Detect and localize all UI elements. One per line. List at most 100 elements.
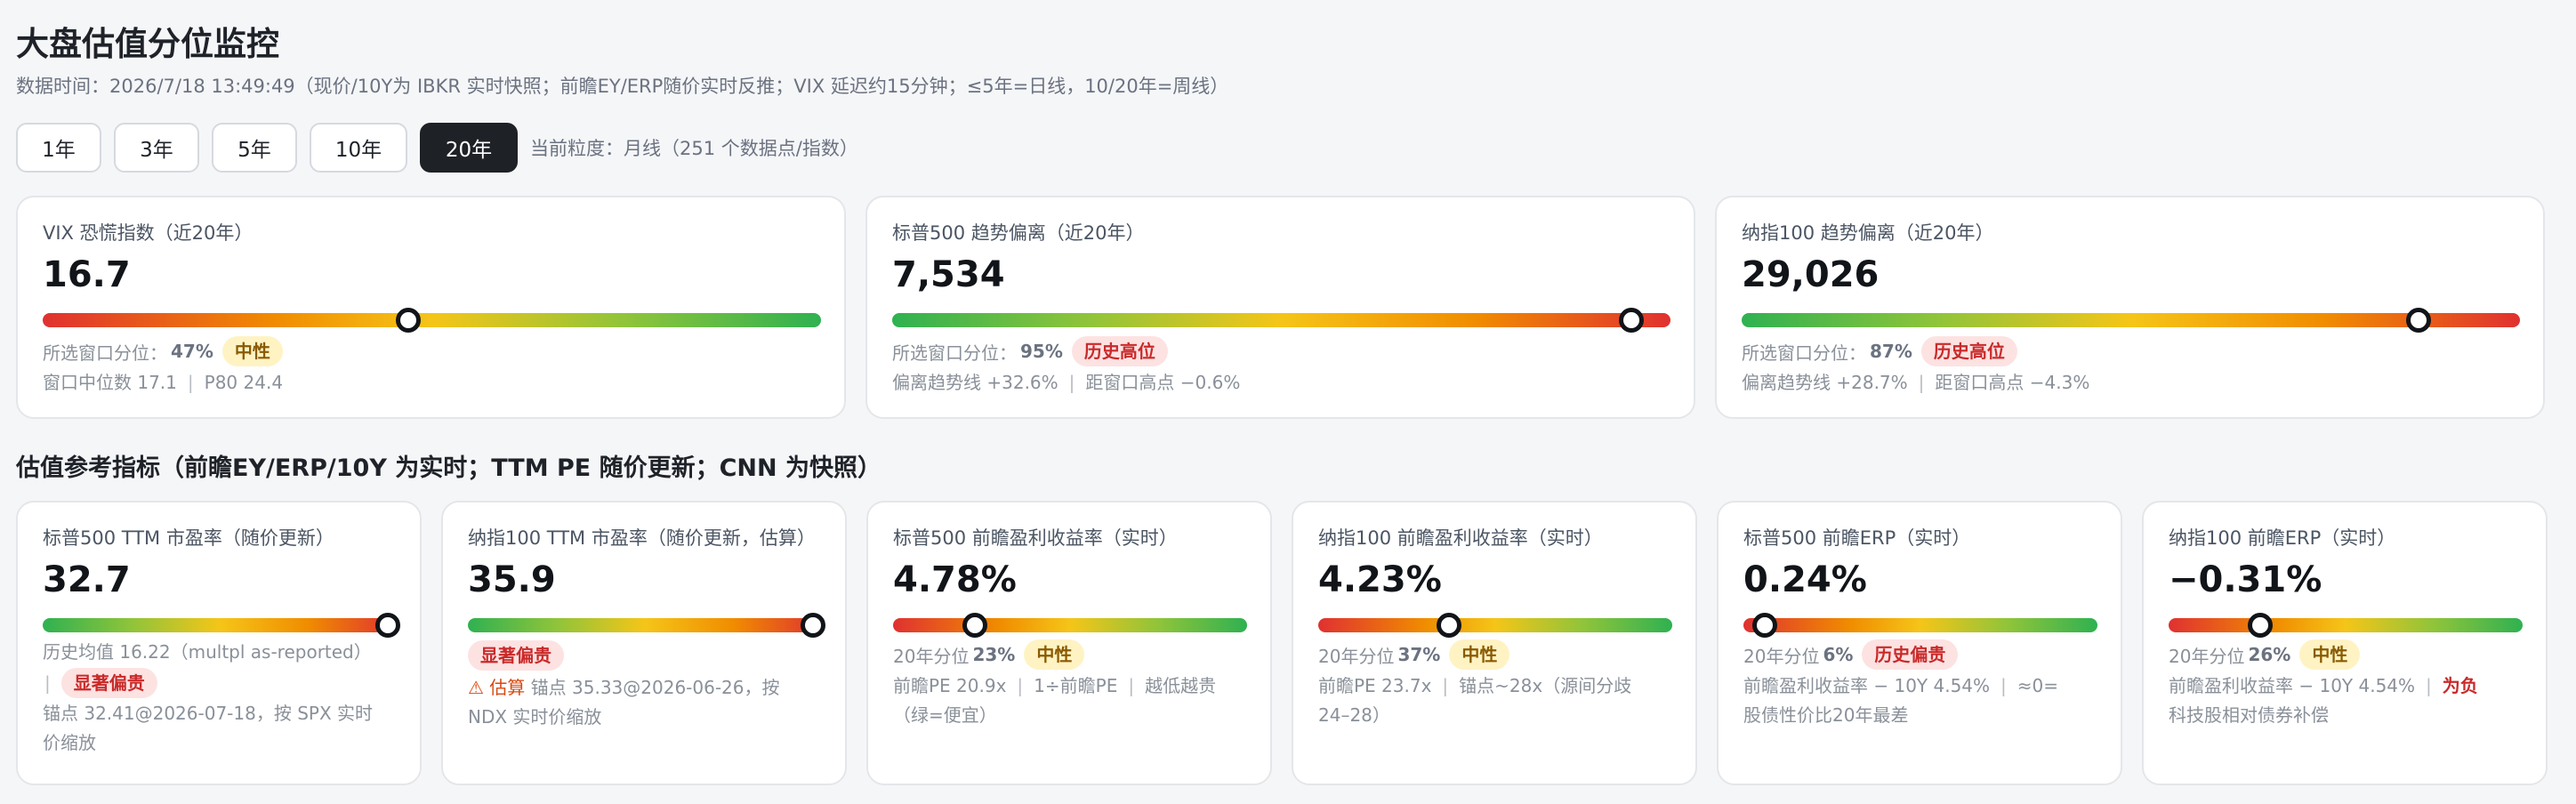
detail-median: 窗口中位数 17.1: [43, 372, 177, 393]
percentile-label: 所选窗口分位：: [1742, 342, 1866, 364]
percentile-marker: [1751, 613, 1777, 638]
detail-p80: P80 24.4: [204, 372, 284, 393]
detail-from-high: 距窗口高点 −0.6%: [1085, 372, 1241, 393]
spx-forward-ey-card: 标普500 前瞻盈利收益率（实时） 4.78% 20年分位 23% 中性 前瞻P…: [866, 501, 1272, 785]
card-value: 4.23%: [1318, 559, 1442, 600]
detail-forward-pe: 前瞻PE 23.7x: [1318, 675, 1432, 696]
card-label: 纳指100 前瞻ERP（实时）: [2169, 527, 2396, 549]
card-value: 0.24%: [1743, 559, 1867, 600]
page-title: 大盘估值分位监控: [16, 25, 279, 63]
status-badge: 历史高位: [1920, 336, 2017, 366]
card-label: 纳指100 趋势偏离（近20年）: [1742, 222, 1994, 244]
percentile-row: 所选窗口分位： 47% 中性: [43, 336, 283, 366]
card-details: 前瞻盈利收益率 − 10Y 4.54% | ≈0= 股债性价比20年最差: [1743, 671, 2117, 730]
card-details: 前瞻PE 23.7x | 锚点~28x（源间分歧 24–28）: [1318, 671, 1692, 730]
card-value: 35.9: [468, 559, 556, 600]
spx-ttm-pe-card: 标普500 TTM 市盈率（随价更新） 32.7 历史均值 16.22（mult…: [16, 501, 422, 785]
ndx-ttm-pe-card: 纳指100 TTM 市盈率（随价更新，估算） 35.9 显著偏贵 ⚠ 估算 锚点…: [441, 501, 847, 785]
ndx-trend-card: 纳指100 趋势偏离（近20年） 29,026 所选窗口分位： 87% 历史高位…: [1715, 196, 2545, 419]
percentile-value: 95%: [1020, 341, 1063, 362]
card-label: 标普500 TTM 市盈率（随价更新）: [43, 527, 334, 549]
vix-card: VIX 恐慌指数（近20年） 16.7 所选窗口分位： 47% 中性 窗口中位数…: [16, 196, 846, 419]
card-value: 16.7: [43, 254, 131, 295]
detail-deviation: 偏离趋势线 +28.7%: [1742, 372, 1908, 393]
percentile-value: 87%: [1870, 341, 1912, 362]
percentile-label: 20年分位: [1743, 645, 1820, 667]
detail-anchor: 锚点 32.41@2026-07-18，按 SPX 实时: [43, 703, 374, 724]
card-details: 历史均值 16.22（multpl as-reported） | 显著偏贵 锚点 …: [43, 638, 416, 758]
percentile-bar: [892, 313, 1670, 327]
percentile-marker: [801, 613, 825, 638]
warning-icon: ⚠: [468, 677, 484, 698]
status-badge: 历史偏贵: [1862, 639, 1959, 670]
percentile-row: 20年分位 6% 历史偏贵: [1743, 639, 1959, 670]
range-button-10y[interactable]: 10年: [310, 123, 407, 173]
percentile-row: 20年分位 26% 中性: [2169, 639, 2361, 670]
range-toolbar: 1年 3年 5年 10年 20年 当前粒度：月线（251 个数据点/指数）: [16, 123, 2560, 173]
percentile-label: 20年分位: [893, 645, 970, 667]
percentile-marker: [396, 308, 422, 333]
percentile-label: 20年分位: [1318, 645, 1395, 667]
percentile-bar: [43, 618, 397, 632]
spx-trend-card: 标普500 趋势偏离（近20年） 7,534 所选窗口分位： 95% 历史高位 …: [865, 196, 1695, 419]
detail-anchor-cont: 24–28）: [1318, 704, 1390, 726]
granularity-label: 当前粒度：月线（251 个数据点/指数）: [530, 138, 858, 159]
status-badge: 中性: [2299, 639, 2361, 670]
ndx-forward-ey-card: 纳指100 前瞻盈利收益率（实时） 4.23% 20年分位 37% 中性 前瞻P…: [1292, 501, 1697, 785]
spx-forward-erp-card: 标普500 前瞻ERP（实时） 0.24% 20年分位 6% 历史偏贵 前瞻盈利…: [1717, 501, 2122, 785]
percentile-marker: [375, 613, 400, 638]
percentile-row: 所选窗口分位： 95% 历史高位: [892, 336, 1168, 366]
percentile-marker: [2248, 613, 2274, 638]
percentile-bar: [1318, 618, 1672, 632]
detail-negative: 为负: [2442, 675, 2478, 696]
card-value: 32.7: [43, 559, 131, 600]
percentile-bar: [2169, 618, 2523, 632]
detail-formula: 1÷前瞻PE: [1034, 675, 1118, 696]
detail-from-high: 距窗口高点 −4.3%: [1935, 372, 2090, 393]
data-timestamp: 数据时间：2026/7/18 13:49:49（现价/10Y为 IBKR 实时快…: [16, 76, 1229, 97]
range-button-20y[interactable]: 20年: [420, 123, 518, 173]
card-label: 标普500 前瞻ERP（实时）: [1743, 527, 1971, 549]
detail-deviation: 偏离趋势线 +32.6%: [892, 372, 1059, 393]
detail-forward-pe: 前瞻PE 20.9x: [893, 675, 1007, 696]
detail-note-cont: 科技股相对债券补偿: [2169, 704, 2329, 726]
detail-note: ≈0=: [2017, 675, 2059, 696]
detail-formula: 前瞻盈利收益率 − 10Y 4.54%: [1743, 675, 1991, 696]
detail-formula: 前瞻盈利收益率 − 10Y 4.54%: [2169, 675, 2416, 696]
detail-row: 偏离趋势线 +28.7% | 距窗口高点 −4.3%: [1742, 372, 2090, 393]
percentile-label: 所选窗口分位：: [892, 342, 1017, 364]
detail-row: 窗口中位数 17.1 | P80 24.4: [43, 372, 284, 393]
card-details: 显著偏贵 ⚠ 估算 锚点 35.33@2026-06-26，按 NDX 实时价缩…: [468, 639, 841, 732]
card-label: 标普500 趋势偏离（近20年）: [892, 222, 1145, 244]
percentile-bar: [468, 618, 822, 632]
percentile-value: 23%: [972, 644, 1016, 665]
percentile-marker: [2406, 308, 2432, 333]
detail-row: 偏离趋势线 +32.6% | 距窗口高点 −0.6%: [892, 372, 1241, 393]
card-value: 7,534: [892, 254, 1005, 295]
detail-anchor-cont: 价缩放: [43, 732, 96, 753]
status-badge: 中性: [221, 336, 283, 366]
detail-anchor: 锚点~28x（源间分歧: [1459, 675, 1632, 696]
percentile-bar: [1742, 313, 2520, 327]
status-badge: 历史高位: [1071, 336, 1168, 366]
percentile-value: 6%: [1823, 644, 1854, 665]
range-button-5y[interactable]: 5年: [212, 123, 297, 173]
estimate-label: 估算: [489, 677, 526, 698]
detail-anchor-cont: NDX 实时价缩放: [468, 706, 602, 728]
percentile-value: 26%: [2248, 644, 2291, 665]
range-button-3y[interactable]: 3年: [114, 123, 199, 173]
card-details: 前瞻PE 20.9x | 1÷前瞻PE | 越低越贵 （绿=便宜）: [893, 671, 1267, 730]
section-title: 估值参考指标（前瞻EY/ERP/10Y 为实时；TTM PE 随价更新；CNN …: [16, 454, 882, 482]
percentile-row: 20年分位 37% 中性: [1318, 639, 1510, 670]
range-button-1y[interactable]: 1年: [16, 123, 101, 173]
card-label: 标普500 前瞻盈利收益率（实时）: [893, 527, 1178, 549]
card-label: 纳指100 前瞻盈利收益率（实时）: [1318, 527, 1603, 549]
card-value: −0.31%: [2169, 559, 2322, 600]
percentile-label: 20年分位: [2169, 645, 2245, 667]
status-badge: 显著偏贵: [60, 668, 157, 698]
card-value: 4.78%: [893, 559, 1017, 600]
detail-direction: 越低越贵: [1145, 675, 1217, 696]
percentile-value: 37%: [1397, 644, 1441, 665]
percentile-marker: [962, 613, 987, 638]
card-details: 前瞻盈利收益率 − 10Y 4.54% | 为负 科技股相对债券补偿: [2169, 671, 2542, 730]
